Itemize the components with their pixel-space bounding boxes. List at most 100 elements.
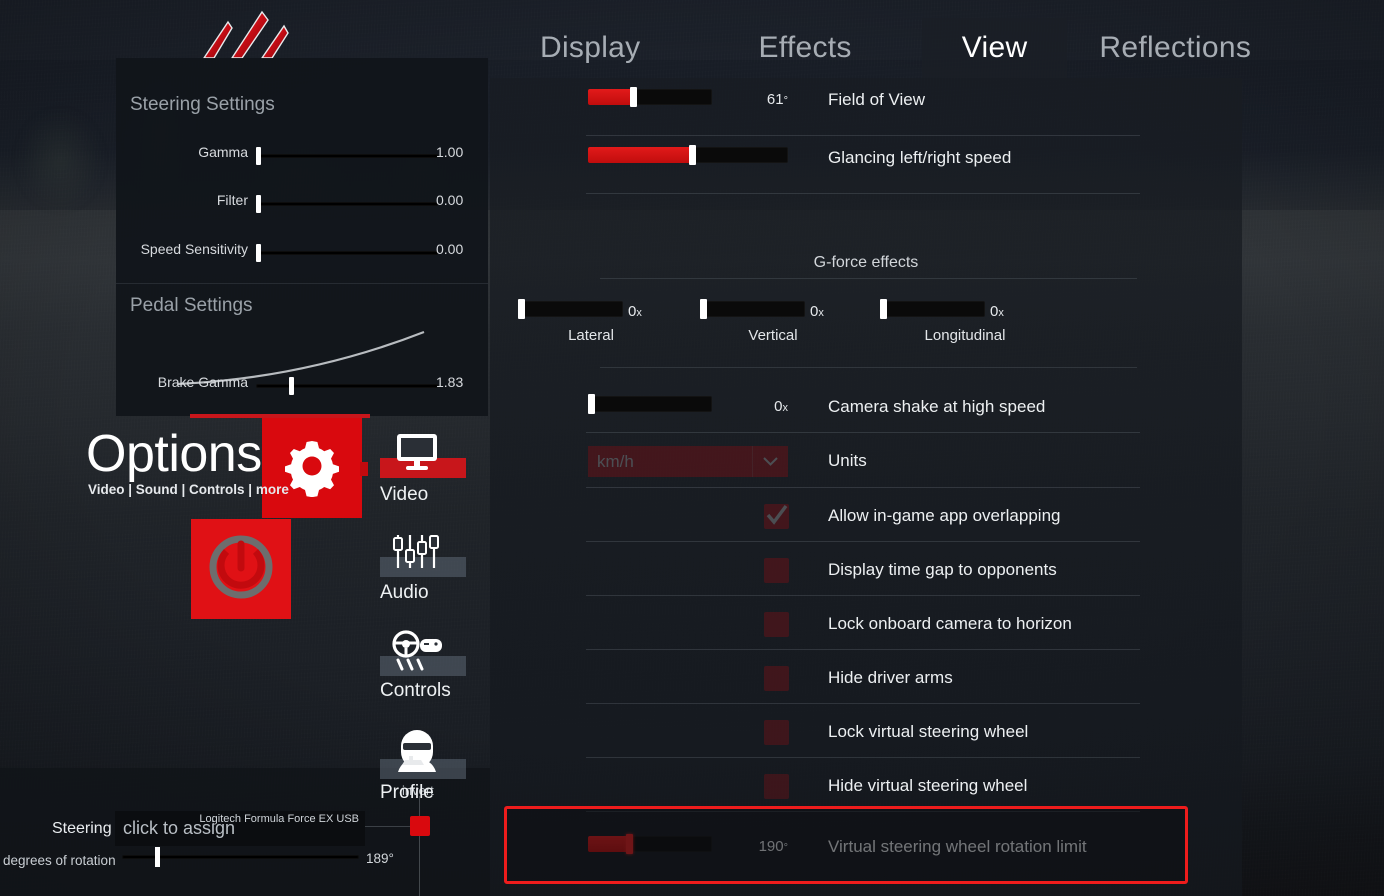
nav-item-video[interactable]: Video	[380, 432, 490, 506]
gforce-vertical-value: 0x	[810, 303, 824, 320]
slider-fill	[588, 147, 692, 163]
lock-wheel-label: Lock virtual steering wheel	[828, 722, 1029, 741]
setting-row-glancing-speed: Glancing left/right speed	[490, 136, 1242, 194]
options-gear-button[interactable]	[262, 418, 368, 518]
degrees-of-rotation-value: 189°	[366, 851, 394, 866]
options-nav: Video Audio Controls Profile	[380, 432, 490, 830]
slider-thumb[interactable]	[288, 377, 294, 395]
setting-row-camera-shake: 0x Camera shake at high speed	[490, 378, 1242, 433]
nav-item-label: Controls	[380, 680, 451, 701]
wheel-gamepad-icon	[390, 630, 490, 677]
gforce-longitudinal-slider[interactable]	[880, 299, 985, 319]
page-title: Options	[86, 425, 262, 483]
slider-thumb[interactable]	[518, 299, 525, 319]
nav-item-label: Video	[380, 484, 429, 505]
brake-gamma-value: 1.83	[436, 374, 464, 390]
gforce-vertical-slider[interactable]	[700, 299, 805, 319]
extra-nav-icon[interactable]	[398, 752, 428, 773]
slider-thumb[interactable]	[588, 394, 595, 414]
rotation-limit-highlight-box	[504, 806, 1188, 884]
gforce-top-line	[600, 278, 1137, 279]
speed-sensitivity-label: Speed Sensitivity	[140, 241, 248, 257]
slider-thumb[interactable]	[155, 847, 160, 867]
tab-reflections[interactable]: Reflections	[1085, 18, 1265, 78]
field-of-view-value: 61°	[766, 91, 788, 108]
nav-item-audio[interactable]: Audio	[380, 532, 490, 604]
slider-fill	[588, 89, 633, 105]
slider-thumb[interactable]	[689, 145, 696, 165]
view-settings-panel: 61° Field of View Glancing left/right sp…	[490, 78, 1242, 896]
row-separator	[586, 193, 1140, 194]
setting-row-lock-wheel: Lock virtual steering wheel	[490, 704, 1242, 758]
gamma-slider[interactable]	[256, 147, 438, 165]
panel-divider	[116, 283, 488, 284]
nav-item-label: Profile	[380, 782, 434, 803]
gamma-label: Gamma	[198, 144, 248, 160]
filter-value: 0.00	[436, 192, 464, 208]
brake-gamma-label: Brake Gamma	[157, 374, 248, 390]
options-power-button[interactable]	[191, 519, 291, 619]
allow-overlap-label: Allow in-game app overlapping	[828, 506, 1061, 525]
main-tabs: Display Effects View Reflections	[500, 18, 1260, 78]
filter-label: Filter	[216, 192, 248, 208]
gamma-value: 1.00	[436, 144, 464, 160]
camera-shake-value: 0x	[774, 398, 788, 415]
sliders-icon	[390, 532, 490, 579]
steering-settings-panel: Steering Settings Gamma 1.00 Filter 0.00…	[116, 58, 488, 416]
gforce-bottom-line	[600, 367, 1137, 368]
nav-item-label: Audio	[380, 582, 429, 603]
tab-effects[interactable]: Effects	[744, 18, 865, 78]
tab-display[interactable]: Display	[526, 18, 654, 78]
gforce-vertical-label: Vertical	[748, 327, 798, 344]
setting-row-time-gap: Display time gap to opponents	[490, 542, 1242, 596]
degrees-of-rotation-slider[interactable]	[122, 847, 359, 867]
slider-thumb[interactable]	[256, 147, 261, 165]
slider-thumb[interactable]	[700, 299, 707, 319]
click-to-assign-button[interactable]: click to assign Logitech Formula Force E…	[115, 811, 365, 846]
field-of-view-slider[interactable]	[588, 87, 712, 107]
setting-row-field-of-view: 61° Field of View	[490, 78, 1242, 136]
assetto-corsa-logo-icon	[198, 6, 294, 60]
hide-arms-label: Hide driver arms	[828, 668, 953, 687]
gforce-lateral-value: 0x	[628, 303, 642, 320]
steering-binding-label: Steering	[52, 820, 112, 837]
glancing-speed-slider[interactable]	[588, 145, 788, 165]
gforce-longitudinal-value: 0x	[990, 303, 1004, 320]
monitor-icon	[390, 432, 490, 481]
slider-thumb[interactable]	[629, 87, 637, 107]
setting-row-lock-horizon: Lock onboard camera to horizon	[490, 596, 1242, 650]
brake-gamma-slider[interactable]	[256, 377, 438, 395]
slider-thumb[interactable]	[256, 244, 261, 262]
setting-row-units: Units	[490, 433, 1242, 488]
steering-settings-title: Steering Settings	[130, 94, 275, 115]
slider-thumb[interactable]	[880, 299, 887, 319]
time-gap-label: Display time gap to opponents	[828, 560, 1057, 579]
filter-slider[interactable]	[256, 195, 438, 213]
degrees-of-rotation-label: degrees of rotation	[3, 853, 116, 868]
app-root: Display Effects View Reflections 61° Fie…	[0, 0, 1384, 896]
glancing-speed-label: Glancing left/right speed	[828, 148, 1012, 167]
nav-item-controls[interactable]: Controls	[380, 630, 490, 702]
pedal-settings-title: Pedal Settings	[130, 295, 253, 316]
lock-horizon-label: Lock onboard camera to horizon	[828, 614, 1072, 633]
camera-shake-slider[interactable]	[588, 394, 712, 414]
gforce-lateral-label: Lateral	[568, 327, 614, 344]
units-label: Units	[828, 451, 867, 470]
tab-view[interactable]: View	[921, 18, 1068, 78]
slider-thumb[interactable]	[256, 195, 261, 213]
hide-wheel-label: Hide virtual steering wheel	[828, 776, 1028, 795]
gforce-lateral-slider[interactable]	[518, 299, 623, 319]
speed-sensitivity-slider[interactable]	[256, 244, 438, 262]
setting-row-hide-arms: Hide driver arms	[490, 650, 1242, 704]
setting-row-allow-overlap: Allow in-game app overlapping	[490, 488, 1242, 542]
setting-row-hide-wheel: Hide virtual steering wheel	[490, 758, 1242, 812]
field-of-view-label: Field of View	[828, 90, 926, 109]
gforce-group-title: G-force effects	[813, 254, 919, 271]
gforce-longitudinal-label: Longitudinal	[924, 327, 1006, 344]
gear-icon	[281, 435, 343, 502]
camera-shake-label: Camera shake at high speed	[828, 397, 1046, 416]
nav-item-profile[interactable]: Profile	[380, 728, 490, 804]
speed-sensitivity-value: 0.00	[436, 241, 464, 257]
page-subtitle: Video | Sound | Controls | more	[88, 482, 289, 497]
power-icon	[206, 532, 276, 607]
